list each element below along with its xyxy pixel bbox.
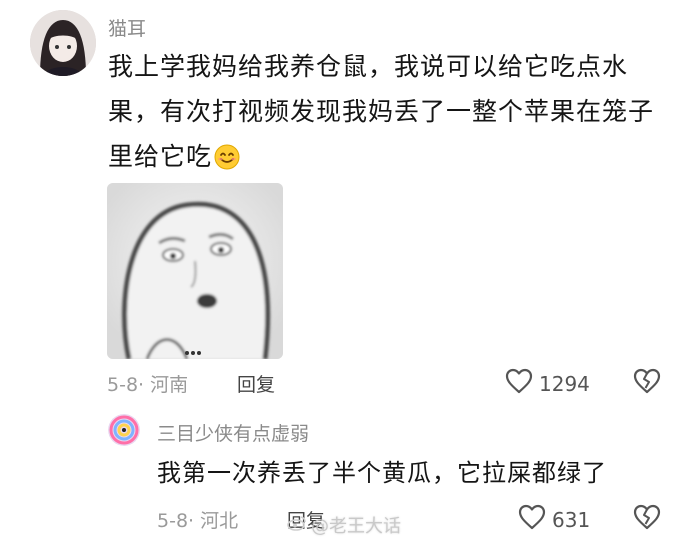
comment-date-location: 5-8· 河南 (107, 374, 189, 396)
broken-heart-icon (633, 368, 661, 398)
comment-text-content: 我上学我妈给我养仓鼠，我说可以给它吃点水果，有次打视频发现我妈丢了一整个苹果在笼… (108, 52, 655, 171)
reply-text: 我第一次养丢了半个黄瓜，它拉屎都绿了 (157, 459, 607, 487)
reply-username[interactable]: 三目少侠有点虚弱 (157, 419, 309, 446)
heart-outline-icon (518, 504, 546, 535)
reply-date-location: 5-8· 河北 (157, 510, 239, 532)
like-count: 1294 (539, 371, 590, 396)
comment-text: 我上学我妈给我养仓鼠，我说可以给它吃点水果，有次打视频发现我妈丢了一整个苹果在笼… (108, 44, 668, 184)
reply-dislike-button[interactable] (633, 504, 661, 534)
weibo-logo-icon (287, 515, 307, 536)
reply-like-count: 631 (552, 507, 591, 532)
heart-outline-icon (505, 368, 533, 399)
watermark: @老王大话 (287, 512, 401, 538)
avatar[interactable] (30, 10, 96, 76)
username[interactable]: 猫耳 (108, 14, 146, 41)
reply-button[interactable]: 回复 (237, 370, 275, 397)
sticker-image[interactable] (107, 183, 283, 359)
reply-avatar[interactable] (108, 414, 140, 446)
like-button[interactable]: 1294 (505, 368, 590, 399)
broken-heart-icon (633, 504, 661, 534)
dislike-button[interactable] (633, 368, 661, 398)
watermark-text: @老王大话 (311, 516, 401, 537)
reply-like-button[interactable]: 631 (518, 504, 590, 535)
smiling-face-emoji-icon (214, 139, 240, 184)
